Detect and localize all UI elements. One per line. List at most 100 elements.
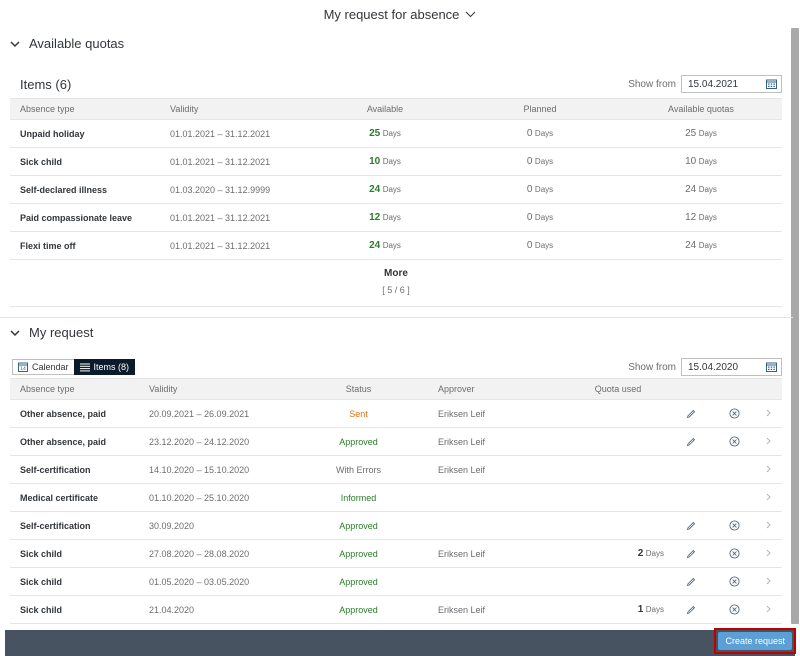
page-title-dropdown[interactable]: My request for absence bbox=[324, 0, 477, 22]
unit: Days bbox=[382, 185, 401, 194]
status: With Errors bbox=[289, 455, 428, 484]
available-value: 25 bbox=[369, 128, 381, 139]
request-row[interactable]: Sick child 21.04.2020 Approved Eriksen Leif… bbox=[10, 595, 782, 624]
edit-cell bbox=[668, 399, 713, 428]
date-value: 15.04.2021 bbox=[688, 78, 739, 90]
unit: Days bbox=[645, 549, 664, 558]
edit-pencil-icon[interactable] bbox=[686, 436, 696, 446]
calendar-icon[interactable] bbox=[766, 79, 777, 89]
cancel-cell bbox=[713, 399, 755, 428]
chevron-right-icon[interactable] bbox=[766, 604, 771, 616]
available-value: 24 bbox=[369, 240, 381, 251]
quotas-date-input[interactable]: 15.04.2021 bbox=[681, 75, 782, 93]
absence-type: Other absence, paid bbox=[10, 399, 139, 428]
edit-pencil-icon[interactable] bbox=[686, 576, 696, 586]
validity: 01.01.2021 – 31.12.2021 bbox=[160, 119, 310, 148]
quota-cell: 12 Days bbox=[620, 203, 782, 232]
edit-pencil-icon[interactable] bbox=[686, 548, 696, 558]
approver: Eriksen Leif bbox=[428, 399, 568, 428]
planned-cell: 0 Days bbox=[460, 147, 620, 176]
absence-type: Self-certification bbox=[10, 511, 139, 540]
view-switch: 14 Calendar Items (8) bbox=[12, 359, 136, 375]
chevron-right-icon[interactable] bbox=[766, 520, 771, 532]
quota-cell: 24 Days bbox=[620, 175, 782, 204]
quota-row: Sick child 01.01.2021 – 31.12.2021 10 Days… bbox=[10, 147, 782, 176]
unit: Days bbox=[382, 129, 401, 138]
quota-row: Unpaid holiday 01.01.2021 – 31.12.2021 25 … bbox=[10, 119, 782, 148]
svg-text:14: 14 bbox=[20, 366, 26, 372]
more-row[interactable]: More [ 5 / 6 ] bbox=[10, 260, 782, 307]
cancel-circle-x-icon[interactable] bbox=[728, 436, 740, 447]
calendar-icon[interactable] bbox=[766, 362, 777, 372]
request-row[interactable]: Other absence, paid 23.12.2020 – 24.12.20… bbox=[10, 427, 782, 456]
more-count: [ 5 / 6 ] bbox=[382, 285, 410, 295]
cancel-circle-x-icon[interactable] bbox=[728, 408, 740, 419]
cancel-cell bbox=[713, 427, 755, 456]
planned-value: 0 bbox=[526, 240, 533, 251]
quota-value: 24 bbox=[685, 240, 697, 251]
cancel-circle-x-icon[interactable] bbox=[728, 548, 740, 559]
planned-cell: 0 Days bbox=[460, 231, 620, 260]
request-row[interactable]: Other absence, paid 20.09.2021 – 26.09.20… bbox=[10, 399, 782, 428]
tab-items[interactable]: Items (8) bbox=[73, 359, 136, 375]
vertical-scrollbar[interactable] bbox=[791, 28, 799, 624]
create-request-button[interactable]: Create request bbox=[718, 632, 792, 650]
unit: Days bbox=[382, 241, 401, 250]
quota-used-cell bbox=[568, 455, 668, 484]
available-cell: 24 Days bbox=[310, 175, 460, 204]
edit-pencil-icon[interactable] bbox=[686, 520, 696, 530]
quotas-items-title: Items (6) bbox=[20, 76, 72, 92]
cancel-circle-x-icon[interactable] bbox=[728, 604, 740, 615]
status: Approved bbox=[289, 427, 428, 456]
absence-type: Sick child bbox=[10, 595, 139, 624]
quotas-header-row: Absence type Validity Available Planned … bbox=[10, 98, 782, 120]
navigation-cell bbox=[755, 455, 782, 484]
quota-used-cell: 2 Days bbox=[568, 539, 668, 568]
approver: Eriksen Leif bbox=[428, 595, 568, 624]
request-row[interactable]: Self-certification 30.09.2020 Approved bbox=[10, 511, 782, 540]
quotas-toolbar: Items (6) Show from 15.04.2021 bbox=[10, 70, 782, 98]
approver bbox=[428, 567, 568, 596]
chevron-right-icon[interactable] bbox=[766, 408, 771, 420]
chevron-right-icon[interactable] bbox=[766, 464, 771, 476]
quota-used-cell bbox=[568, 399, 668, 428]
cancel-circle-x-icon[interactable] bbox=[728, 576, 740, 587]
available-cell: 25 Days bbox=[310, 119, 460, 148]
more-button[interactable]: More bbox=[10, 268, 782, 279]
request-row[interactable]: Sick child 27.08.2020 – 28.08.2020 Approve… bbox=[10, 539, 782, 568]
column-header: Planned bbox=[460, 98, 620, 120]
request-row[interactable]: Sick child 01.05.2020 – 03.05.2020 Approve… bbox=[10, 567, 782, 596]
unit: Days bbox=[382, 157, 401, 166]
edit-cell bbox=[668, 567, 713, 596]
chevron-right-icon[interactable] bbox=[766, 436, 771, 448]
status: Approved bbox=[289, 511, 428, 540]
chevron-right-icon[interactable] bbox=[766, 548, 771, 560]
absence-type: Other absence, paid bbox=[10, 427, 139, 456]
footer-toolbar: Create request bbox=[5, 628, 796, 656]
chevron-down-icon bbox=[10, 325, 20, 340]
quotas-section-toggle[interactable]: Available quotas bbox=[10, 36, 124, 51]
validity: 23.12.2020 – 24.12.2020 bbox=[139, 427, 289, 456]
edit-pencil-icon[interactable] bbox=[686, 604, 696, 614]
absence-type: Sick child bbox=[10, 147, 160, 176]
show-from-label: Show from bbox=[628, 361, 676, 373]
status: Sent bbox=[289, 399, 428, 428]
chevron-right-icon[interactable] bbox=[766, 576, 771, 588]
absence-type: Unpaid holiday bbox=[10, 119, 160, 148]
column-header: Absence type bbox=[10, 378, 139, 400]
requests-section-toggle[interactable]: My request bbox=[10, 325, 93, 340]
requests-section-title: My request bbox=[29, 325, 94, 340]
request-row[interactable]: Medical certificate 01.10.2020 – 25.10.20… bbox=[10, 483, 782, 512]
edit-pencil-icon[interactable] bbox=[686, 408, 696, 418]
navigation-cell bbox=[755, 567, 782, 596]
tab-calendar[interactable]: 14 Calendar bbox=[12, 359, 74, 375]
approver: Eriksen Leif bbox=[428, 427, 568, 456]
quotas-show-from: Show from 15.04.2021 bbox=[628, 75, 782, 93]
absence-type: Medical certificate bbox=[10, 483, 139, 512]
absence-type: Sick child bbox=[10, 567, 139, 596]
chevron-right-icon[interactable] bbox=[766, 492, 771, 504]
request-row[interactable]: Self-certification 14.10.2020 – 15.10.202… bbox=[10, 455, 782, 484]
requests-date-input[interactable]: 15.04.2020 bbox=[681, 358, 782, 376]
unit: Days bbox=[698, 129, 717, 138]
cancel-circle-x-icon[interactable] bbox=[728, 520, 740, 531]
